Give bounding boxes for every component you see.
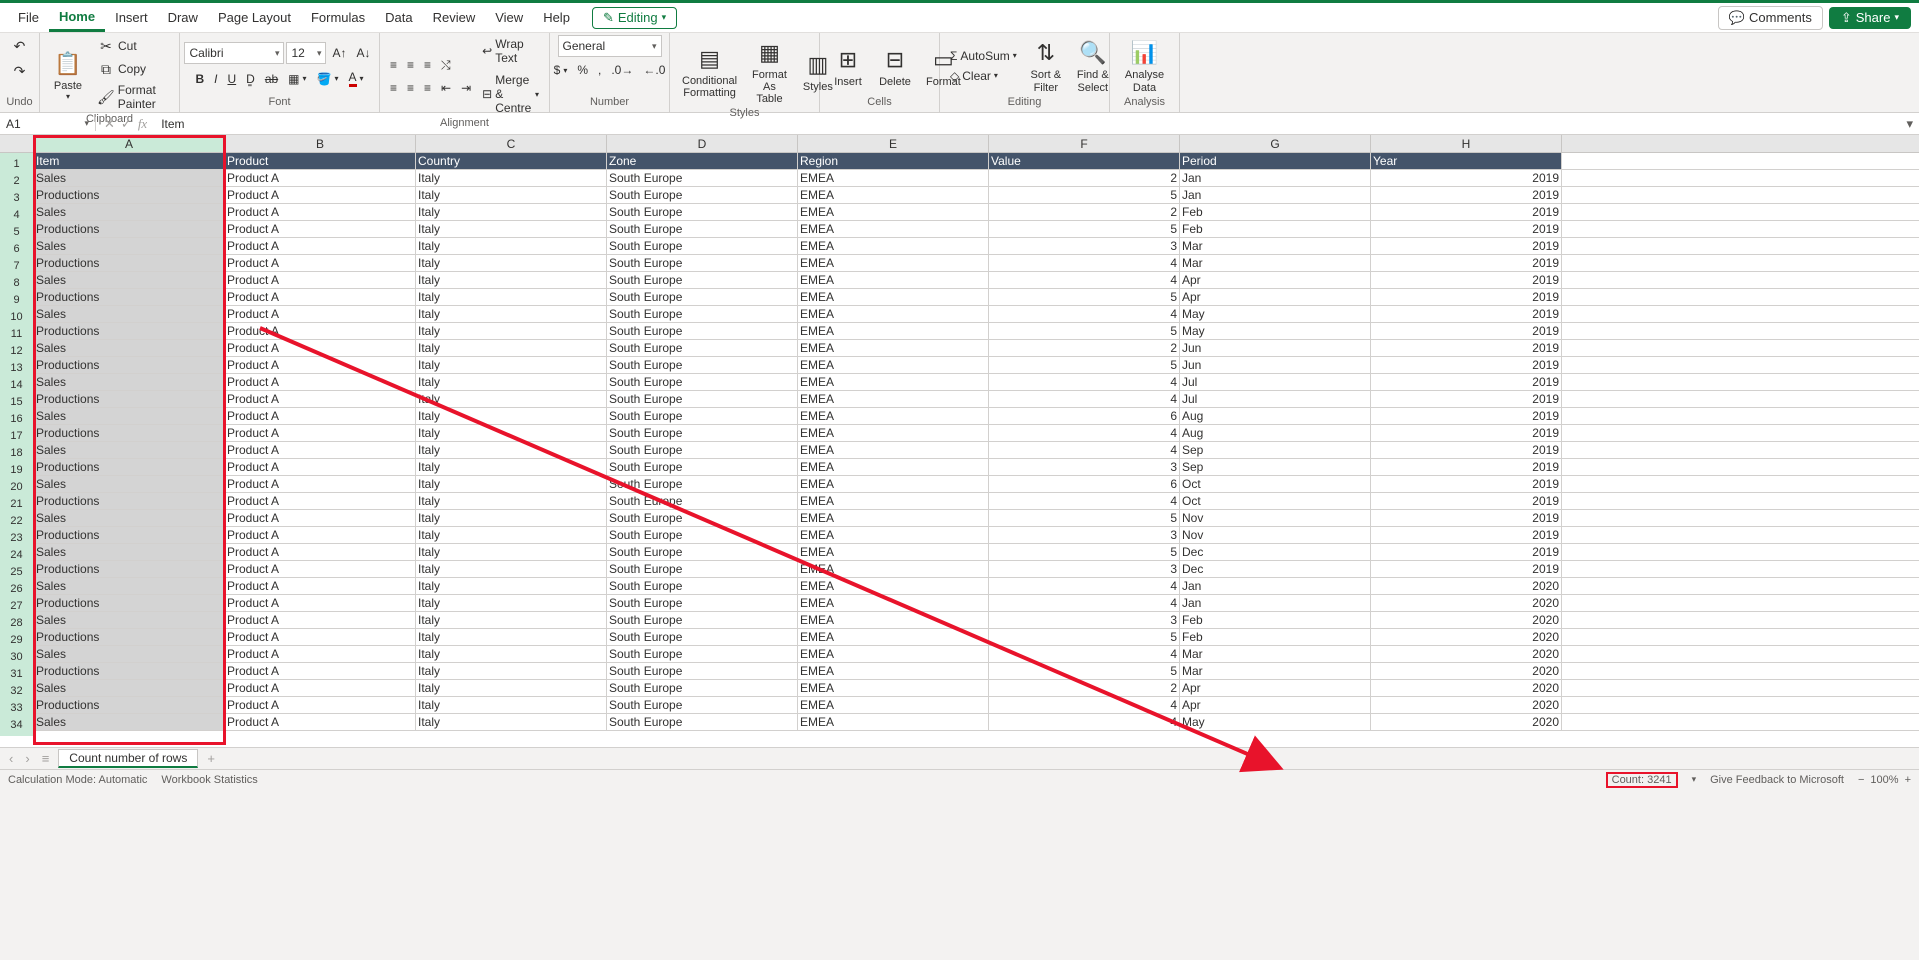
annotation-arrow xyxy=(0,0,1919,960)
